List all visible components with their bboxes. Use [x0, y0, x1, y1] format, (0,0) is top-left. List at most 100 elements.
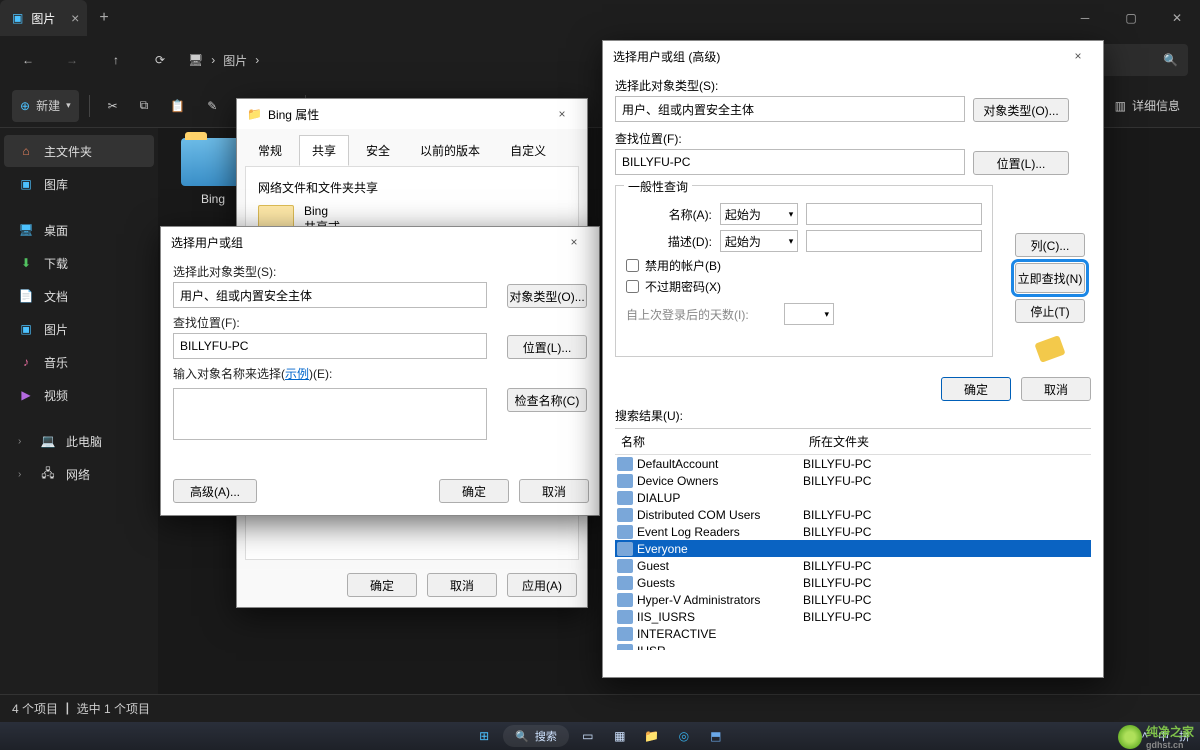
- tab-security[interactable]: 安全: [353, 135, 403, 166]
- chevron-right-icon[interactable]: ›: [18, 436, 30, 447]
- dialog-titlebar[interactable]: 选择用户或组 (高级) ×: [603, 41, 1103, 71]
- tab-pictures[interactable]: ▣ 图片 ×: [0, 0, 87, 36]
- result-row[interactable]: Event Log ReadersBILLYFU-PC: [615, 523, 1091, 540]
- cancel-button[interactable]: 取消: [519, 479, 589, 503]
- locations-button[interactable]: 位置(L)...: [507, 335, 587, 359]
- section-heading: 网络文件和文件夹共享: [258, 179, 566, 196]
- desc-match-combo[interactable]: 起始为▾: [720, 230, 798, 252]
- columns-button[interactable]: 列(C)...: [1015, 233, 1085, 257]
- close-window-button[interactable]: ✕: [1154, 0, 1200, 36]
- name-input[interactable]: [806, 203, 982, 225]
- up-button[interactable]: ↑: [100, 44, 132, 76]
- refresh-button[interactable]: ⟳: [144, 44, 176, 76]
- sidebar-item-documents[interactable]: 📄文档: [4, 280, 154, 312]
- sidebar-item-thispc[interactable]: ›💻此电脑: [4, 425, 154, 457]
- tab-custom[interactable]: 自定义: [497, 135, 559, 166]
- object-types-button[interactable]: 对象类型(O)...: [973, 98, 1069, 122]
- start-button[interactable]: ⊞: [471, 725, 497, 747]
- result-row[interactable]: DIALUP: [615, 489, 1091, 506]
- new-tab-button[interactable]: +: [99, 9, 108, 27]
- share-name: Bing: [304, 204, 340, 218]
- sidebar-item-home[interactable]: ⌂主文件夹: [4, 135, 154, 167]
- tab-sharing[interactable]: 共享: [299, 135, 349, 166]
- taskbar-app[interactable]: ▦: [607, 725, 633, 747]
- principal-icon: [617, 491, 633, 505]
- sidebar-item-pictures[interactable]: ▣图片: [4, 313, 154, 345]
- sidebar-item-gallery[interactable]: ▣图库: [4, 168, 154, 200]
- image-icon: ▣: [12, 11, 23, 25]
- sidebar-item-music[interactable]: ♪音乐: [4, 346, 154, 378]
- name-match-combo[interactable]: 起始为▾: [720, 203, 798, 225]
- rename-button[interactable]: ✎: [199, 90, 225, 122]
- music-icon: ♪: [18, 355, 34, 369]
- result-row[interactable]: IIS_IUSRSBILLYFU-PC: [615, 608, 1091, 625]
- taskbar-edge[interactable]: ◎: [671, 725, 697, 747]
- result-row[interactable]: Hyper-V AdministratorsBILLYFU-PC: [615, 591, 1091, 608]
- details-pane-button[interactable]: ▥ 详细信息: [1107, 90, 1188, 122]
- sidebar-item-network[interactable]: ›🖧网络: [4, 458, 154, 490]
- find-now-button[interactable]: 立即查找(N): [1015, 263, 1085, 293]
- maximize-button[interactable]: ▢: [1108, 0, 1154, 36]
- task-view-button[interactable]: ▭: [575, 725, 601, 747]
- ok-button[interactable]: 确定: [941, 377, 1011, 401]
- label-days-since-logon: 自上次登录后的天数(I):: [626, 306, 776, 323]
- taskbar-explorer[interactable]: 📁: [639, 725, 665, 747]
- paste-button[interactable]: 📋: [162, 90, 193, 122]
- sidebar-item-downloads[interactable]: ⬇下载: [4, 247, 154, 279]
- result-row[interactable]: GuestBILLYFU-PC: [615, 557, 1091, 574]
- taskbar-store[interactable]: ⬒: [703, 725, 729, 747]
- search-results-list[interactable]: 名称 所在文件夹 DefaultAccountBILLYFU-PCDevice …: [615, 428, 1091, 650]
- tab-title: 图片: [31, 10, 55, 27]
- breadcrumb[interactable]: 🖥› 图片›: [188, 52, 259, 69]
- cancel-button[interactable]: 取消: [1021, 377, 1091, 401]
- result-row[interactable]: Everyone: [615, 540, 1091, 557]
- days-combo[interactable]: ▾: [784, 303, 834, 325]
- sidebar-item-desktop[interactable]: 🖥桌面: [4, 214, 154, 246]
- new-button[interactable]: ⊕新建▾: [12, 90, 79, 122]
- locations-button[interactable]: 位置(L)...: [973, 151, 1069, 175]
- result-row[interactable]: INTERACTIVE: [615, 625, 1091, 642]
- result-row[interactable]: DefaultAccountBILLYFU-PC: [615, 455, 1091, 472]
- check-names-button[interactable]: 检查名称(C): [507, 388, 587, 412]
- tab-general[interactable]: 常规: [245, 135, 295, 166]
- apply-button[interactable]: 应用(A): [507, 573, 577, 597]
- non-expiring-password-checkbox[interactable]: 不过期密码(X): [626, 278, 982, 295]
- common-queries-group: 一般性查询 名称(A): 起始为▾ 描述(D): 起始为▾ 禁用的帐户(B) 不…: [615, 185, 993, 357]
- disabled-accounts-checkbox[interactable]: 禁用的帐户(B): [626, 257, 982, 274]
- ok-button[interactable]: 确定: [347, 573, 417, 597]
- col-header-name[interactable]: 名称: [615, 429, 803, 454]
- minimize-button[interactable]: ─: [1062, 0, 1108, 36]
- result-row[interactable]: GuestsBILLYFU-PC: [615, 574, 1091, 591]
- chevron-right-icon[interactable]: ›: [18, 469, 30, 480]
- object-names-input[interactable]: [173, 388, 487, 440]
- dialog-titlebar[interactable]: 选择用户或组 ×: [161, 227, 599, 257]
- result-row[interactable]: Device OwnersBILLYFU-PC: [615, 472, 1091, 489]
- label-description: 描述(D):: [626, 233, 712, 250]
- forward-button[interactable]: →: [56, 44, 88, 76]
- principal-icon: [617, 542, 633, 556]
- crumb-pictures[interactable]: 图片: [223, 52, 247, 69]
- principal-icon: [617, 627, 633, 641]
- cut-button[interactable]: ✂: [100, 90, 126, 122]
- sidebar-item-videos[interactable]: ▶视频: [4, 379, 154, 411]
- copy-button[interactable]: ⧉: [132, 90, 157, 122]
- dialog-titlebar[interactable]: 📁 Bing 属性 ×: [237, 99, 587, 129]
- col-header-folder[interactable]: 所在文件夹: [803, 429, 1091, 454]
- examples-link[interactable]: 示例: [285, 367, 309, 381]
- watermark: 纯净之家 gdhst.cn: [1118, 723, 1194, 750]
- tab-previous[interactable]: 以前的版本: [407, 135, 493, 166]
- result-row[interactable]: IUSR: [615, 642, 1091, 650]
- back-button[interactable]: ←: [12, 44, 44, 76]
- stop-button[interactable]: 停止(T): [1015, 299, 1085, 323]
- ok-button[interactable]: 确定: [439, 479, 509, 503]
- cancel-button[interactable]: 取消: [427, 573, 497, 597]
- close-icon[interactable]: ×: [547, 107, 577, 121]
- description-input[interactable]: [806, 230, 982, 252]
- object-types-button[interactable]: 对象类型(O)...: [507, 284, 587, 308]
- close-icon[interactable]: ×: [1063, 49, 1093, 63]
- advanced-button[interactable]: 高级(A)...: [173, 479, 257, 503]
- result-row[interactable]: Distributed COM UsersBILLYFU-PC: [615, 506, 1091, 523]
- close-icon[interactable]: ×: [559, 235, 589, 249]
- close-tab-icon[interactable]: ×: [71, 10, 79, 26]
- taskbar-search[interactable]: 🔍搜索: [503, 725, 569, 747]
